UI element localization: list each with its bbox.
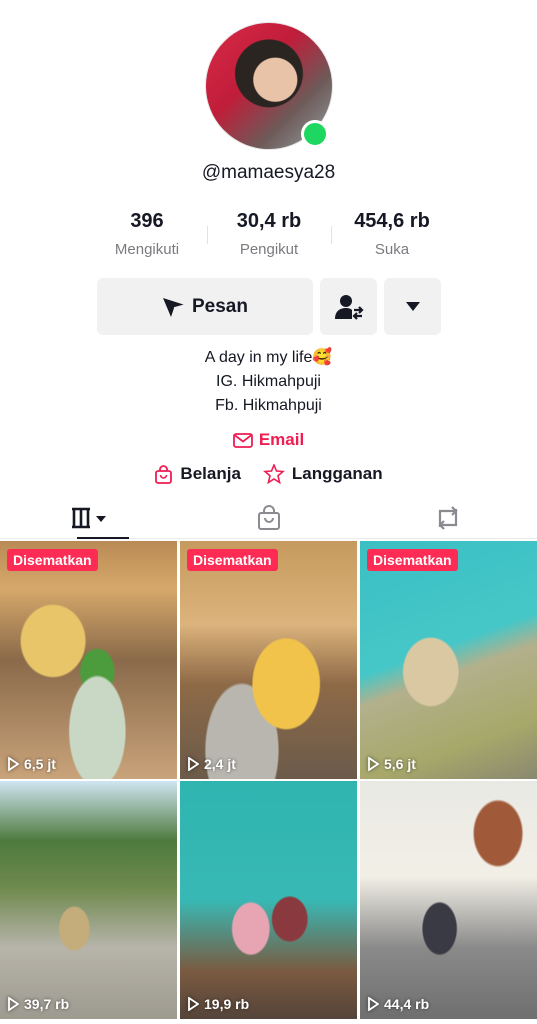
email-label: Email bbox=[258, 430, 305, 449]
add-friend-button[interactable] bbox=[320, 278, 377, 335]
view-count-label: 6,5 jt bbox=[24, 756, 56, 772]
video-thumbnail[interactable]: Disematkan 5,6 jt bbox=[360, 541, 537, 779]
following-label: Mengikuti bbox=[114, 241, 180, 258]
view-count: 6,5 jt bbox=[8, 756, 56, 772]
following-count: 396 bbox=[130, 210, 164, 232]
shopping-bag-icon bbox=[257, 505, 280, 530]
view-count-label: 19,9 rb bbox=[204, 996, 250, 1012]
play-icon bbox=[368, 997, 379, 1011]
play-icon bbox=[8, 757, 19, 771]
view-count-label: 39,7 rb bbox=[24, 996, 70, 1012]
profile-bio: A day in my life🥰 IG. Hikmahpuji Fb. Hik… bbox=[0, 346, 537, 418]
view-count: 19,9 rb bbox=[188, 996, 249, 1012]
play-icon bbox=[188, 757, 199, 771]
more-options-button[interactable] bbox=[384, 278, 441, 335]
active-tab-indicator bbox=[77, 537, 129, 539]
profile-avatar[interactable] bbox=[205, 22, 333, 150]
mail-icon bbox=[232, 432, 253, 448]
video-thumbnail[interactable]: Disematkan 2,4 jt bbox=[180, 541, 357, 779]
view-count-label: 2,4 jt bbox=[204, 756, 236, 772]
likes-count: 454,6 rb bbox=[354, 210, 430, 232]
view-count-label: 44,4 rb bbox=[384, 996, 430, 1012]
bio-line: IG. Hikmahpuji bbox=[216, 373, 321, 390]
likes-stat[interactable]: 454,6 rb Suka bbox=[322, 210, 462, 258]
view-count: 44,4 rb bbox=[368, 996, 429, 1012]
message-button-label: Pesan bbox=[192, 295, 248, 317]
tab-reposts[interactable] bbox=[358, 497, 537, 539]
play-icon bbox=[8, 997, 19, 1011]
subscription-star-icon bbox=[262, 464, 285, 484]
bio-line: Fb. Hikmahpuji bbox=[215, 397, 322, 414]
likes-label: Suka bbox=[374, 241, 410, 258]
play-icon bbox=[368, 757, 379, 771]
tab-shop[interactable] bbox=[179, 497, 358, 539]
video-thumbnail[interactable]: 39,7 rb bbox=[0, 781, 177, 1019]
view-count: 39,7 rb bbox=[8, 996, 69, 1012]
videos-grid-icon bbox=[71, 507, 106, 529]
shop-label: Belanja bbox=[180, 464, 241, 483]
followers-count: 30,4 rb bbox=[236, 210, 302, 232]
tab-videos[interactable] bbox=[0, 497, 179, 539]
play-icon bbox=[188, 997, 199, 1011]
followers-stat[interactable]: 30,4 rb Pengikut bbox=[199, 210, 339, 258]
subscription-link[interactable]: Langganan bbox=[262, 464, 383, 484]
view-count: 5,6 jt bbox=[368, 756, 416, 772]
add-friend-icon bbox=[334, 294, 364, 320]
pinned-badge: Disematkan bbox=[7, 549, 98, 571]
video-thumbnail[interactable]: 44,4 rb bbox=[360, 781, 537, 1019]
video-thumbnail[interactable]: 19,9 rb bbox=[180, 781, 357, 1019]
followers-label: Pengikut bbox=[239, 241, 299, 258]
view-count: 2,4 jt bbox=[188, 756, 236, 772]
shop-link[interactable]: Belanja bbox=[154, 464, 241, 484]
triangle-down-icon bbox=[405, 301, 420, 311]
profile-links: Belanja Langganan bbox=[0, 464, 537, 484]
subscription-label: Langganan bbox=[291, 464, 383, 483]
following-stat[interactable]: 396 Mengikuti bbox=[77, 210, 217, 258]
send-icon bbox=[163, 297, 186, 317]
view-count-label: 5,6 jt bbox=[384, 756, 416, 772]
pinned-badge: Disematkan bbox=[187, 549, 278, 571]
online-status-indicator bbox=[301, 120, 329, 148]
bio-line: A day in my life🥰 bbox=[204, 349, 333, 366]
content-tabs bbox=[0, 497, 537, 539]
email-link[interactable]: Email bbox=[0, 430, 537, 450]
pinned-badge: Disematkan bbox=[367, 549, 458, 571]
message-button[interactable]: Pesan bbox=[97, 278, 313, 335]
video-thumbnail[interactable]: Disematkan 6,5 jt bbox=[0, 541, 177, 779]
shopping-bag-icon bbox=[155, 464, 173, 484]
username: @mamaesya28 bbox=[201, 162, 336, 183]
repost-icon bbox=[437, 506, 458, 530]
